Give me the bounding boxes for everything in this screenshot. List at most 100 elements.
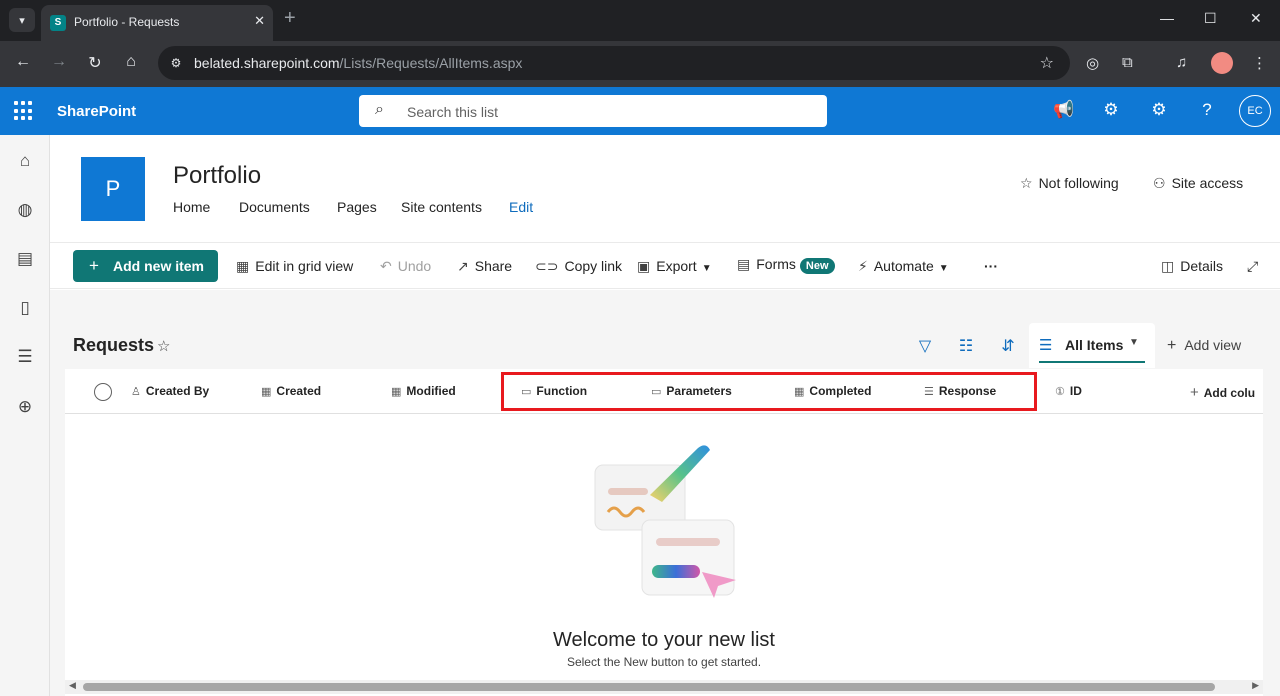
site-nav-home[interactable]: Home	[173, 199, 210, 215]
site-access-label: Site access	[1171, 175, 1244, 191]
excel-icon: ▣	[637, 258, 651, 274]
copy-link-button[interactable]: ⊂⊃ Copy link	[535, 258, 622, 275]
minimize-icon[interactable]: —	[1160, 10, 1174, 26]
add-new-item-button[interactable]: + Add new item	[73, 250, 218, 282]
forms-label: Forms	[756, 256, 796, 272]
copy-link-label: Copy link	[564, 258, 623, 274]
view-tab-all-items[interactable]: ☰ All Items ▼	[1029, 323, 1155, 368]
document-icon[interactable]: ▯	[13, 296, 37, 320]
maximize-icon[interactable]: ☐	[1204, 10, 1217, 27]
welcome-title: Welcome to your new list	[553, 629, 775, 651]
more-actions-button[interactable]: ···	[984, 258, 998, 274]
filter-icon[interactable]: ▽	[915, 336, 935, 356]
url-path: /Lists/Requests/AllItems.aspx	[339, 55, 523, 71]
automate-label: Automate	[873, 258, 934, 274]
link-icon: ⊂⊃	[535, 258, 559, 274]
column-label: Created	[276, 384, 322, 398]
globe-icon[interactable]: ◍	[13, 198, 37, 222]
group-by-icon[interactable]: ☷	[956, 336, 976, 356]
reload-icon[interactable]: ↻	[84, 53, 106, 73]
search-placeholder: Search this list	[407, 104, 499, 120]
column-created[interactable]: ▦ Created	[261, 384, 321, 398]
site-access-button[interactable]: ⚇ Site access	[1153, 175, 1243, 192]
bookmark-star-icon[interactable]: ☆	[1040, 53, 1054, 73]
news-icon[interactable]: ▤	[13, 247, 37, 271]
address-bar[interactable]: ⚙ belated.sharepoint.com/Lists/Requests/…	[158, 46, 1070, 80]
create-icon[interactable]: ⊕	[13, 395, 37, 419]
list-icon[interactable]: ☰	[13, 345, 37, 369]
favorite-star-icon[interactable]: ☆	[157, 337, 170, 355]
export-button[interactable]: ▣ Export ▼	[637, 258, 712, 275]
undo-icon: ↶	[380, 258, 392, 274]
home-icon[interactable]: ⌂	[13, 149, 37, 173]
edit-grid-view-button[interactable]: ▦ Edit in grid view	[236, 258, 353, 275]
site-nav-edit[interactable]: Edit	[509, 199, 533, 215]
site-info-icon[interactable]: ⚙	[166, 53, 186, 73]
help-icon[interactable]: ?	[1196, 100, 1218, 120]
add-view-label: Add view	[1184, 337, 1242, 353]
back-icon[interactable]: ←	[12, 53, 34, 71]
column-label: ID	[1069, 384, 1082, 398]
select-all-checkbox[interactable]	[94, 383, 112, 401]
chevron-down-icon: ▼	[938, 263, 949, 274]
forms-button[interactable]: ▤ Forms New	[737, 256, 835, 274]
follow-button[interactable]: ☆ Not following	[1020, 175, 1119, 192]
tab-search-icon[interactable]: ▾	[9, 8, 35, 32]
details-pane-icon: ◫	[1161, 258, 1175, 274]
sharepoint-brand[interactable]: SharePoint	[57, 103, 136, 120]
megaphone-icon[interactable]: 📢	[1053, 100, 1075, 120]
sort-icon[interactable]: ⇵	[998, 336, 1018, 356]
horizontal-scrollbar[interactable]: ◀ ▶	[65, 680, 1263, 694]
new-tab-icon[interactable]: +	[284, 8, 296, 28]
extensions-icon[interactable]: ⧉	[1122, 54, 1133, 71]
home-icon[interactable]: ⌂	[120, 53, 142, 71]
plus-icon: +	[1167, 337, 1177, 354]
site-nav-documents[interactable]: Documents	[239, 199, 310, 215]
search-input[interactable]: ⌕ Search this list	[359, 95, 827, 127]
scroll-left-icon[interactable]: ◀	[69, 680, 76, 691]
browser-profile-avatar[interactable]	[1211, 52, 1233, 74]
people-settings-icon: ⚇	[1153, 175, 1166, 191]
sync-icon[interactable]: ◎	[1086, 54, 1099, 72]
expand-icon[interactable]: ⤢	[1247, 258, 1258, 275]
browser-tab[interactable]: S Portfolio - Requests ✕	[41, 5, 273, 41]
site-title[interactable]: Portfolio	[173, 162, 261, 190]
user-avatar[interactable]: EC	[1239, 95, 1271, 127]
column-id[interactable]: ① ID	[1055, 384, 1082, 398]
forward-icon[interactable]: →	[48, 53, 70, 71]
details-label: Details	[1180, 258, 1224, 274]
share-icon: ↗	[457, 258, 469, 274]
active-view-indicator	[1039, 361, 1145, 363]
gear-icon[interactable]: ⚙	[1148, 100, 1170, 120]
left-rail: ⌂ ◍ ▤ ▯ ☰ ⊕	[0, 135, 50, 696]
column-label: Modified	[406, 384, 456, 398]
share-button[interactable]: ↗ Share	[457, 258, 512, 275]
chevron-down-icon: ▼	[1129, 337, 1139, 348]
column-created-by[interactable]: ♙ Created By	[131, 384, 209, 398]
site-nav-pages[interactable]: Pages	[337, 199, 377, 215]
add-column-button[interactable]: + Add colu	[1190, 384, 1255, 401]
undo-label: Undo	[397, 258, 432, 274]
scroll-right-icon[interactable]: ▶	[1252, 680, 1259, 691]
app-settings-icon[interactable]: ⚙	[1100, 100, 1122, 120]
column-modified[interactable]: ▦ Modified	[391, 384, 456, 398]
sharepoint-favicon-icon: S	[50, 15, 66, 31]
undo-button[interactable]: ↶ Undo	[380, 258, 431, 275]
close-tab-icon[interactable]: ✕	[254, 13, 265, 29]
site-logo[interactable]: P	[81, 157, 145, 221]
scrollbar-thumb[interactable]	[83, 683, 1215, 691]
browser-menu-icon[interactable]: ⋮	[1252, 54, 1267, 72]
close-window-icon[interactable]: ✕	[1250, 10, 1262, 27]
forms-icon: ▤	[737, 256, 751, 272]
share-label: Share	[474, 258, 513, 274]
details-button[interactable]: ◫ Details	[1161, 258, 1223, 275]
column-label: Created By	[145, 384, 210, 398]
calendar-icon: ▦	[261, 386, 272, 398]
app-launcher-icon[interactable]	[14, 101, 34, 121]
add-view-button[interactable]: + Add view	[1167, 337, 1241, 355]
site-nav-site-contents[interactable]: Site contents	[401, 199, 482, 215]
url-text[interactable]: belated.sharepoint.com/Lists/Requests/Al…	[194, 55, 522, 71]
media-control-icon[interactable]: ♫	[1176, 54, 1187, 71]
plus-icon: +	[1190, 384, 1199, 401]
automate-button[interactable]: ⚡ Automate ▼	[858, 258, 949, 275]
